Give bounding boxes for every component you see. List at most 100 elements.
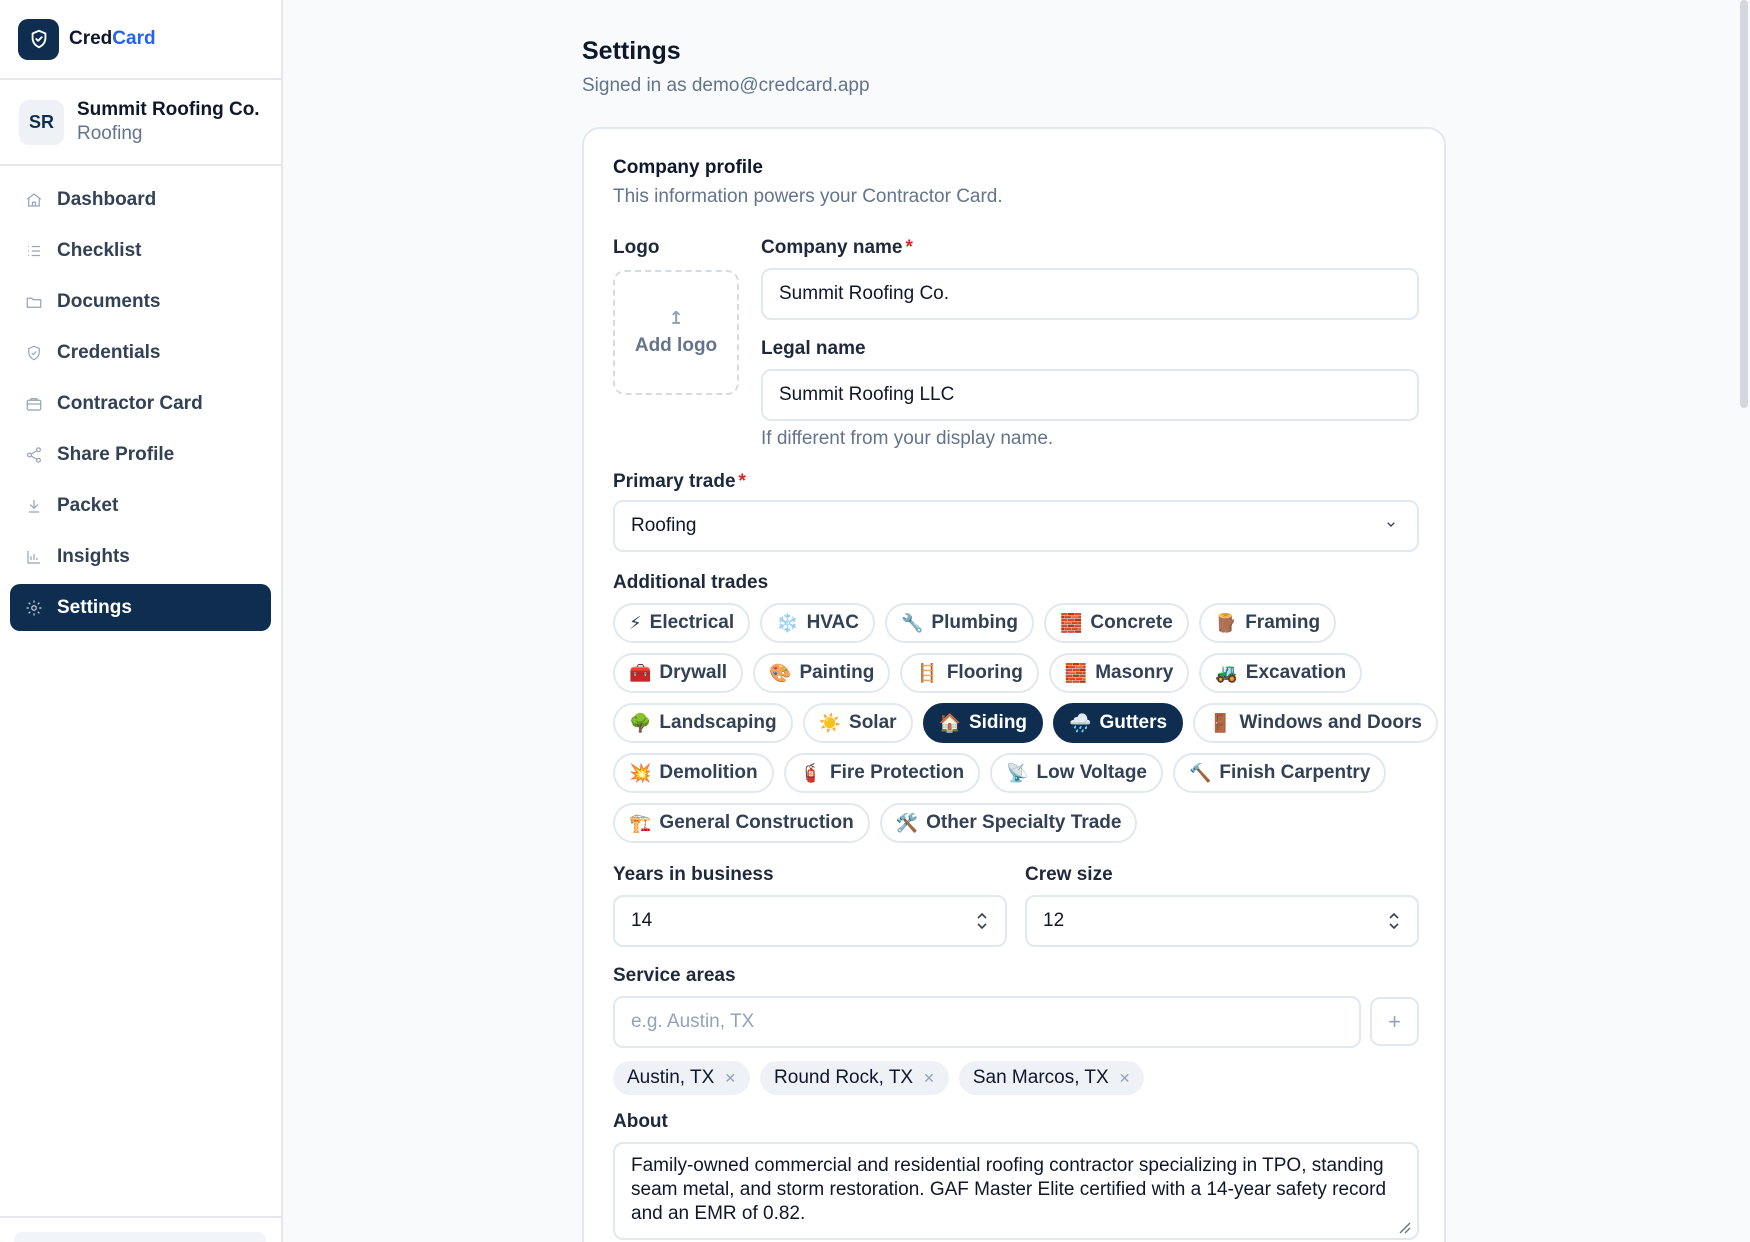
sidebar-item-dashboard[interactable]: Dashboard — [10, 176, 271, 223]
trade-chip-framing[interactable]: 🪵 Framing — [1198, 603, 1337, 643]
trade-chip-label: Masonry — [1095, 662, 1174, 683]
section-subtitle: This information powers your Contractor … — [613, 186, 1003, 207]
page-scrollbar[interactable] — [1738, 0, 1750, 1242]
fire-extinguisher-icon: 🧯 — [799, 762, 823, 783]
trade-chip-demolition[interactable]: 💥 Demolition — [613, 753, 774, 793]
trade-chip-solar[interactable]: ☀️ Solar — [802, 703, 913, 743]
trade-chip-flooring[interactable]: 🪜 Flooring — [900, 653, 1039, 693]
brand[interactable]: CredCard — [0, 0, 281, 80]
trade-chip-label: Flooring — [946, 662, 1023, 683]
close-icon[interactable]: ✕ — [724, 1070, 736, 1087]
palette-icon: 🎨 — [769, 662, 792, 683]
trade-chip-concrete[interactable]: 🧱 Concrete — [1043, 603, 1189, 643]
legal-name-field[interactable]: Summit Roofing LLC — [761, 369, 1419, 421]
sidebar-nav: Dashboard Checklist Documents Credential… — [0, 166, 281, 645]
sidebar-item-label: Packet — [57, 494, 119, 516]
list-icon — [28, 245, 40, 256]
trade-chip-landscaping[interactable]: 🌳 Landscaping — [613, 703, 793, 743]
trade-chips-row-3: 🌳 Landscaping ☀️ Solar 🏠 Siding 🌧️ Gutters 🚪… — [613, 703, 1438, 743]
trade-chip-label: Concrete — [1090, 612, 1173, 633]
sidebar-item-settings[interactable]: Settings — [10, 584, 271, 631]
trade-chips-row-2: 🧰 Drywall 🎨 Painting 🪜 Flooring 🧱 Masonry 🚜 E… — [613, 653, 1363, 693]
trade-chip-finish-carpentry[interactable]: 🔨 Finish Carpentry — [1173, 753, 1387, 793]
satellite-icon: 📡 — [1006, 762, 1029, 783]
sidebar-item-label: Contractor Card — [57, 392, 203, 414]
trade-chip-label: General Construction — [659, 812, 854, 833]
trade-chip-label: Other Specialty Trade — [926, 812, 1122, 833]
tree-icon: 🌳 — [629, 712, 652, 733]
service-area-tag-label: San Marcos, TX — [972, 1067, 1109, 1088]
brand-name: CredCard — [69, 28, 156, 50]
trade-chip-gutters[interactable]: 🌧️ Gutters — [1053, 703, 1184, 743]
trade-chip-label: Finish Carpentry — [1219, 762, 1371, 783]
trade-chip-electrical[interactable]: ⚡ Electrical — [613, 603, 751, 643]
scrollbar-thumb[interactable] — [1740, 0, 1748, 408]
company-name-field[interactable]: Summit Roofing Co. — [761, 268, 1419, 320]
add-logo-label: Add logo — [634, 335, 718, 356]
sidebar-item-insights[interactable]: Insights — [10, 533, 271, 580]
sidebar-item-share-profile[interactable]: Share Profile — [10, 431, 271, 478]
trade-chip-other-specialty-trade[interactable]: 🛠️ Other Specialty Trade — [879, 803, 1138, 843]
years-in-business-input[interactable]: 14 — [613, 895, 1007, 947]
years-in-business-label: Years in business — [613, 864, 774, 885]
service-area-input[interactable]: e.g. Austin, TX — [613, 996, 1361, 1048]
trade-chip-general-construction[interactable]: 🏗️ General Construction — [613, 803, 870, 843]
close-icon[interactable]: ✕ — [1119, 1070, 1131, 1087]
sidebar-item-packet[interactable]: Packet — [10, 482, 271, 529]
gear-icon — [26, 600, 42, 615]
logo-label: Logo — [613, 237, 660, 258]
sidebar-item-contractor-card[interactable]: Contractor Card — [10, 380, 271, 427]
trade-chip-low-voltage[interactable]: 📡 Low Voltage — [990, 753, 1163, 793]
trade-chip-windows-and-doors[interactable]: 🚪 Windows and Doors — [1193, 703, 1438, 743]
upload-icon: ↥ — [668, 308, 684, 328]
sidebar-item-label: Documents — [57, 290, 161, 312]
shield-icon — [28, 345, 40, 360]
sidebar-item-checklist[interactable]: Checklist — [10, 227, 271, 274]
home-icon — [26, 192, 42, 207]
primary-trade-value: Roofing — [631, 515, 697, 536]
trade-chip-fire-protection[interactable]: 🧯 Fire Protection — [783, 753, 981, 793]
folder-icon — [26, 297, 42, 308]
trade-chip-painting[interactable]: 🎨 Painting — [753, 653, 891, 693]
section-title: Company profile — [613, 157, 763, 178]
about-textarea[interactable]: Family-owned commercial and residential … — [613, 1142, 1419, 1240]
trade-chips-row-5: 🏗️ General Construction 🛠️ Other Specialty… — [613, 803, 1138, 843]
stepper-icon[interactable] — [1387, 910, 1401, 932]
ladder-icon: 🪜 — [916, 662, 939, 683]
sidebar-item-credentials[interactable]: Credentials — [10, 329, 271, 376]
chevron-down-icon — [1387, 522, 1395, 527]
add-logo-button[interactable]: ↥ Add logo — [613, 270, 739, 395]
trade-chip-label: Plumbing — [931, 612, 1018, 633]
snowflake-icon: ❄️ — [776, 612, 799, 633]
bar-chart-icon — [27, 550, 40, 564]
service-area-tag: Austin, TX ✕ — [613, 1061, 751, 1095]
primary-trade-label-text: Primary trade — [613, 471, 736, 492]
plus-icon: + — [1388, 1008, 1401, 1034]
primary-trade-select[interactable]: Roofing — [613, 500, 1419, 552]
resize-handle-icon[interactable] — [1395, 1218, 1411, 1234]
company-profile-card: Company profile This information powers … — [582, 127, 1446, 1242]
stepper-icon[interactable] — [975, 910, 989, 932]
brick-icon: 🧱 — [1059, 612, 1083, 633]
sidebar-item-documents[interactable]: Documents — [10, 278, 271, 325]
add-service-area-button[interactable]: + — [1370, 997, 1419, 1046]
trade-chip-hvac[interactable]: ❄️ HVAC — [760, 603, 875, 643]
trade-chip-plumbing[interactable]: 🔧 Plumbing — [885, 603, 1034, 643]
explosion-icon: 💥 — [629, 762, 652, 783]
close-icon[interactable]: ✕ — [923, 1070, 935, 1087]
years-in-business-value: 14 — [631, 910, 653, 931]
trade-chip-drywall[interactable]: 🧰 Drywall — [613, 653, 744, 693]
trade-chip-label: Gutters — [1099, 712, 1168, 733]
toolbox-icon: 🧰 — [629, 662, 652, 683]
trade-chip-label: Excavation — [1245, 662, 1347, 683]
trade-chip-excavation[interactable]: 🚜 Excavation — [1199, 653, 1363, 693]
crew-size-input[interactable]: 12 — [1025, 895, 1419, 947]
trade-chip-label: Landscaping — [659, 712, 777, 733]
sidebar-item-label: Insights — [57, 545, 130, 567]
trade-chip-masonry[interactable]: 🧱 Masonry — [1048, 653, 1190, 693]
trade-chip-label: Solar — [849, 712, 897, 733]
company-name-value: Summit Roofing Co. — [779, 283, 950, 304]
org-switcher[interactable]: SR Summit Roofing Co. Roofing — [0, 80, 281, 166]
door-icon: 🚪 — [1209, 712, 1232, 733]
trade-chip-siding[interactable]: 🏠 Siding — [922, 703, 1044, 743]
